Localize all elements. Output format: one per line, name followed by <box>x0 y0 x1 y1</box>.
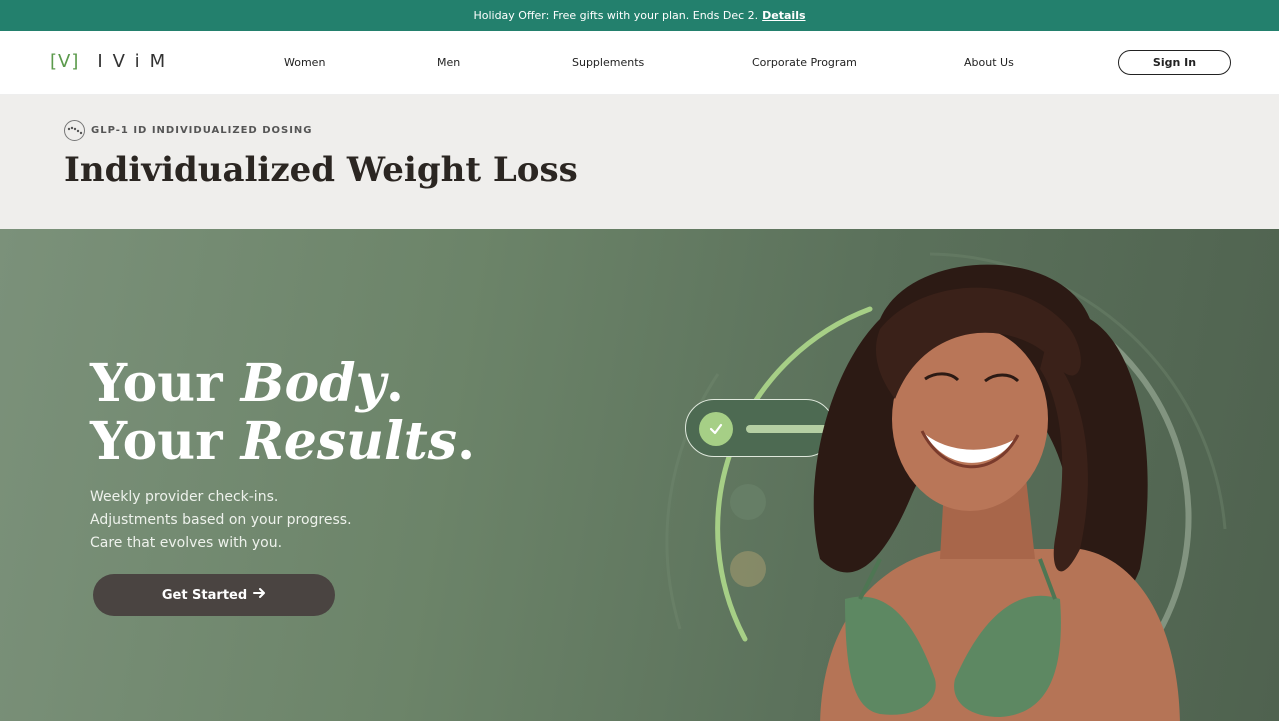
eyebrow: GLP-1 ID INDIVIDUALIZED DOSING <box>64 120 313 141</box>
nav-corporate-program[interactable]: Corporate Program <box>752 56 857 69</box>
promo-text: Holiday Offer: Free gifts with your plan… <box>473 9 759 22</box>
page-title: Individualized Weight Loss <box>64 150 578 190</box>
eyebrow-text: GLP-1 ID INDIVIDUALIZED DOSING <box>91 125 313 136</box>
hero-body: Weekly provider check-ins. Adjustments b… <box>90 486 352 555</box>
hero-body-line: Care that evolves with you. <box>90 535 283 551</box>
hero-headline: Your Body. Your Results. <box>90 355 475 471</box>
smiling-woman-image <box>813 264 1180 721</box>
subhead-section: GLP-1 ID INDIVIDUALIZED DOSING Individua… <box>0 95 1279 229</box>
arrow-right-icon <box>253 587 266 603</box>
top-nav: [V] IViM Women Men Supplements Corporate… <box>0 31 1279 95</box>
logo-wordmark: IViM <box>97 51 176 72</box>
sign-in-button[interactable]: Sign In <box>1118 50 1231 75</box>
promo-banner: Holiday Offer: Free gifts with your plan… <box>0 0 1279 31</box>
nav-men[interactable]: Men <box>437 56 460 69</box>
dosing-dots-icon <box>64 120 85 141</box>
promo-details-link[interactable]: Details <box>762 9 805 22</box>
check-icon <box>699 412 733 446</box>
hero-body-line: Weekly provider check-ins. <box>90 489 279 505</box>
headline-emphasis: Results <box>240 411 458 472</box>
hero-section: Your Body. Your Results. Weekly provider… <box>0 229 1279 721</box>
headline-period: . <box>457 411 476 472</box>
nav-women[interactable]: Women <box>284 56 325 69</box>
get-started-label: Get Started <box>161 587 248 603</box>
headline-text: Your <box>90 411 241 472</box>
headline-emphasis: Body <box>240 353 386 414</box>
get-started-button[interactable]: Get Started <box>93 574 335 616</box>
nav-supplements[interactable]: Supplements <box>572 56 644 69</box>
logo-mark: [V] <box>50 51 80 72</box>
hero-body-line: Adjustments based on your progress. <box>90 512 352 528</box>
headline-period: . <box>385 353 404 414</box>
logo[interactable]: [V] IViM <box>50 51 175 72</box>
nav-about-us[interactable]: About Us <box>964 56 1014 69</box>
headline-text: Your <box>90 353 241 414</box>
